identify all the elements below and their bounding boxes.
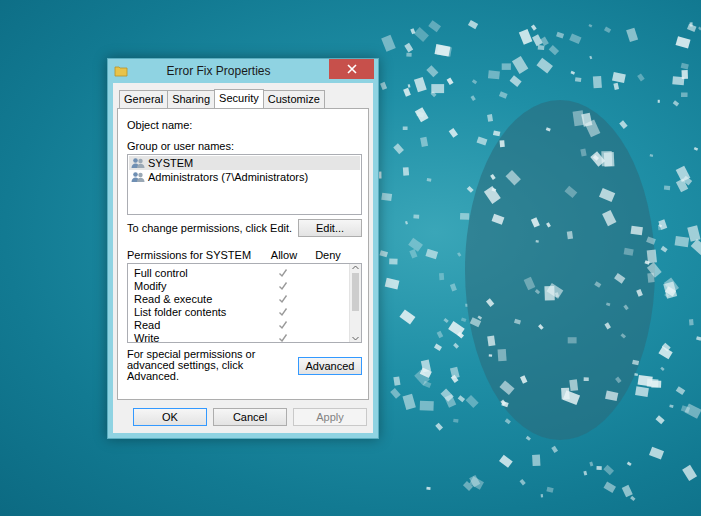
tab[interactable]: Customize: [263, 90, 325, 109]
scroll-up-icon: [351, 264, 360, 271]
user-group-icon: [131, 171, 145, 183]
advanced-row: For special permissions or advanced sett…: [127, 349, 362, 382]
user-name: SYSTEM: [148, 157, 193, 169]
scroll-thumb[interactable]: [352, 273, 359, 311]
folder-icon: [114, 64, 128, 78]
column-header: Allow: [262, 249, 306, 261]
deny-cell: [305, 307, 349, 317]
deny-cell: [305, 294, 349, 304]
permission-row: Read & execute: [134, 292, 349, 305]
dialog-client: GeneralSharingSecurityCustomizeObject na…: [113, 83, 373, 433]
allow-check-icon: [278, 307, 288, 317]
object-name-label: Object name:: [127, 119, 362, 131]
user-item[interactable]: SYSTEM: [129, 156, 360, 170]
permissions-body: Full controlModifyRead & executeList fol…: [128, 264, 349, 342]
close-icon: [347, 64, 357, 74]
column-header: Deny: [306, 249, 350, 261]
scroll-down-icon: [351, 335, 360, 342]
tab[interactable]: Sharing: [167, 90, 215, 109]
permission-name: Read: [134, 319, 261, 331]
advanced-hint: For special permissions or advanced sett…: [127, 349, 277, 382]
allow-cell: [261, 294, 305, 304]
properties-window[interactable]: Error Fix Properties GeneralSharingSecuri…: [107, 58, 379, 439]
permission-row: Full control: [134, 266, 349, 279]
allow-check-icon: [278, 333, 288, 343]
dialog-buttons: OK Cancel Apply: [117, 400, 369, 428]
desktop: Error Fix Properties GeneralSharingSecuri…: [0, 0, 701, 516]
allow-check-icon: [278, 268, 288, 278]
deny-cell: [305, 320, 349, 330]
users-list[interactable]: SYSTEM Administrators (7\Administrators): [127, 154, 362, 215]
close-button[interactable]: [329, 59, 374, 79]
user-group-icon: [131, 157, 145, 169]
edit-row: To change permissions, click Edit. Edit..…: [127, 219, 362, 237]
deny-cell: [305, 268, 349, 278]
permissions-title: Permissions for SYSTEM: [127, 249, 262, 261]
allow-check-icon: [278, 294, 288, 304]
permission-name: List folder contents: [134, 306, 261, 318]
allow-cell: [261, 320, 305, 330]
tab[interactable]: General: [119, 90, 168, 109]
allow-cell: [261, 281, 305, 291]
tab-strip: GeneralSharingSecurityCustomize: [117, 89, 369, 108]
cancel-button[interactable]: Cancel: [213, 408, 287, 426]
user-item[interactable]: Administrators (7\Administrators): [129, 170, 360, 184]
edit-hint: To change permissions, click Edit.: [127, 222, 292, 234]
allow-check-icon: [278, 281, 288, 291]
user-name: Administrators (7\Administrators): [148, 171, 308, 183]
scroll-spacer: [350, 249, 362, 261]
scrollbar[interactable]: [349, 264, 361, 342]
tab[interactable]: Security: [214, 89, 264, 108]
permission-row: Write: [134, 331, 349, 343]
allow-cell: [261, 268, 305, 278]
allow-cell: [261, 307, 305, 317]
permission-row: Modify: [134, 279, 349, 292]
permission-name: Full control: [134, 267, 261, 279]
permission-name: Read & execute: [134, 293, 261, 305]
permissions-header: Permissions for SYSTEMAllowDeny: [127, 249, 362, 261]
edit-button[interactable]: Edit...: [298, 219, 362, 237]
security-page: Object name: Group or user names: SYSTEM Ad…: [117, 108, 369, 400]
allow-cell: [261, 333, 305, 343]
allow-check-icon: [278, 320, 288, 330]
deny-cell: [305, 333, 349, 343]
permissions-list[interactable]: Full controlModifyRead & executeList fol…: [127, 263, 362, 343]
ok-button[interactable]: OK: [133, 408, 207, 426]
apply-button: Apply: [293, 408, 367, 426]
permission-name: Modify: [134, 280, 261, 292]
deny-check-icon: [322, 333, 332, 343]
title-bar[interactable]: Error Fix Properties: [108, 59, 378, 83]
window-title: Error Fix Properties: [128, 64, 329, 78]
deny-cell: [305, 281, 349, 291]
permission-row: List folder contents: [134, 305, 349, 318]
permission-name: Write: [134, 332, 261, 344]
advanced-button[interactable]: Advanced: [298, 357, 362, 375]
permission-row: Read: [134, 318, 349, 331]
users-label: Group or user names:: [127, 140, 362, 152]
